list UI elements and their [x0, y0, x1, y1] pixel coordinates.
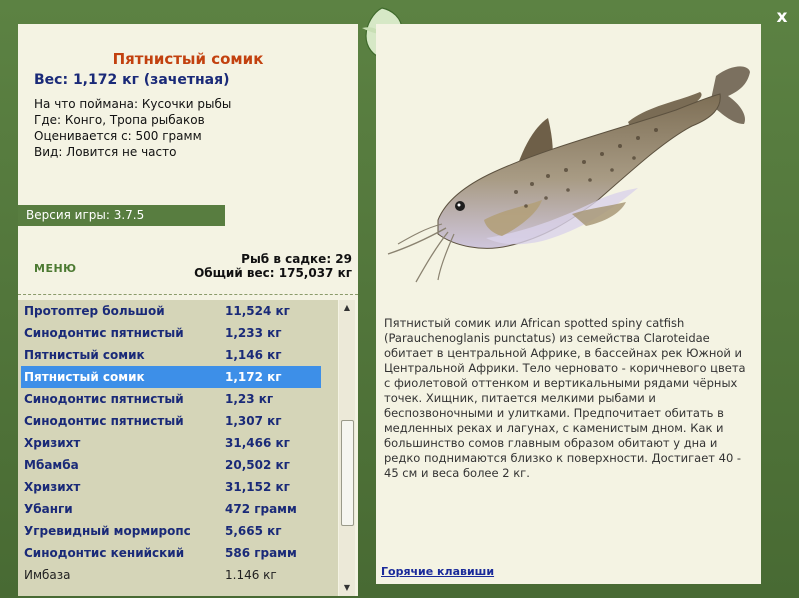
- close-button[interactable]: x: [771, 6, 793, 28]
- fish-details: На что поймана: Кусочки рыбы Где: Конго,…: [34, 96, 231, 160]
- list-item-name: Имбаза: [24, 568, 71, 582]
- list-item[interactable]: Хризихт 31,152 кг: [21, 476, 321, 498]
- fish-description-panel: Пятнистый сомик или African spotted spin…: [376, 24, 761, 584]
- valued-from-text: Оценивается с: 500 грамм: [34, 129, 202, 143]
- list-item-weight: 1.146 кг: [225, 568, 277, 582]
- list-item[interactable]: Синодонтис кенийский 586 грамм: [21, 542, 321, 564]
- list-scrollbar[interactable]: ▲ ▼: [339, 300, 355, 596]
- list-item-selected[interactable]: Пятнистый сомик 1,172 кг: [21, 366, 321, 388]
- list-item-name: Синодонтис пятнистый: [24, 392, 184, 406]
- menu-button[interactable]: МЕНЮ: [34, 262, 77, 275]
- list-item-name: Хризихт: [24, 480, 81, 494]
- divider: [18, 294, 358, 295]
- keep-count: Рыб в садке: 29: [241, 252, 352, 266]
- fish-weight: Вес: 1,172 кг (зачетная): [34, 72, 230, 88]
- list-item[interactable]: Протоптер большой 11,524 кг: [21, 300, 321, 322]
- list-item-weight: 586 грамм: [225, 546, 297, 560]
- list-item-name: Мбамба: [24, 458, 79, 472]
- fish-title: Пятнистый сомик: [112, 50, 264, 68]
- rarity-text: Вид: Ловится не часто: [34, 145, 177, 159]
- list-item-weight: 1,307 кг: [225, 414, 282, 428]
- fish-description: Пятнистый сомик или African spotted spin…: [384, 316, 746, 480]
- fish-list[interactable]: Протоптер большой 11,524 кг Синодонтис пя…: [18, 300, 338, 596]
- list-item-name: Угревидный мормиропс: [24, 524, 191, 538]
- list-item-name: Синодонтис пятнистый: [24, 326, 184, 340]
- keep-stats: Рыб в садке: 29 Общий вес: 175,037 кг: [194, 252, 352, 280]
- list-item-name: Пятнистый сомик: [24, 370, 145, 384]
- list-item-name: Убанги: [24, 502, 73, 516]
- list-item-weight: 472 грамм: [225, 502, 297, 516]
- game-version: Версия игры: 3.7.5: [18, 205, 225, 226]
- list-item[interactable]: Имбаза 1.146 кг: [21, 564, 321, 586]
- list-item[interactable]: Синодонтис пятнистый 1,233 кг: [21, 322, 321, 344]
- list-item-weight: 31,466 кг: [225, 436, 290, 450]
- list-item-name: Хризихт: [24, 436, 81, 450]
- list-item-weight: 11,524 кг: [225, 304, 290, 318]
- list-item[interactable]: Синодонтис пятнистый 1,307 кг: [21, 410, 321, 432]
- scroll-thumb[interactable]: [341, 420, 354, 526]
- list-item-weight: 1,23 кг: [225, 392, 274, 406]
- list-item-weight: 5,665 кг: [225, 524, 282, 538]
- list-item[interactable]: Убанги 472 грамм: [21, 498, 321, 520]
- list-item-weight: 1,233 кг: [225, 326, 282, 340]
- hotkeys-link[interactable]: Горячие клавиши: [381, 565, 494, 578]
- location-text: Где: Конго, Тропа рыбаков: [34, 113, 205, 127]
- list-item[interactable]: Пятнистый сомик 1,146 кг: [21, 344, 321, 366]
- list-item-weight: 1,146 кг: [225, 348, 282, 362]
- scroll-down-arrow-icon[interactable]: ▼: [339, 580, 355, 596]
- list-item-name: Синодонтис кенийский: [24, 546, 185, 560]
- keep-total-weight: Общий вес: 175,037 кг: [194, 266, 352, 280]
- caught-on-text: На что поймана: Кусочки рыбы: [34, 97, 232, 111]
- list-item[interactable]: Угревидный мормиропс 5,665 кг: [21, 520, 321, 542]
- list-item[interactable]: Мбамба 20,502 кг: [21, 454, 321, 476]
- scroll-up-arrow-icon[interactable]: ▲: [339, 300, 355, 316]
- list-item-weight: 31,152 кг: [225, 480, 290, 494]
- list-item-name: Пятнистый сомик: [24, 348, 145, 362]
- list-item[interactable]: Хризихт 31,466 кг: [21, 432, 321, 454]
- list-item-weight: 20,502 кг: [225, 458, 290, 472]
- fish-info-panel: Пятнистый сомик Вес: 1,172 кг (зачетная)…: [18, 24, 358, 596]
- list-item-weight: 1,172 кг: [225, 370, 282, 384]
- list-item[interactable]: Синодонтис пятнистый 1,23 кг: [21, 388, 321, 410]
- list-item-name: Синодонтис пятнистый: [24, 414, 184, 428]
- catfish-image: [387, 66, 750, 283]
- list-item-name: Протоптер большой: [24, 304, 165, 318]
